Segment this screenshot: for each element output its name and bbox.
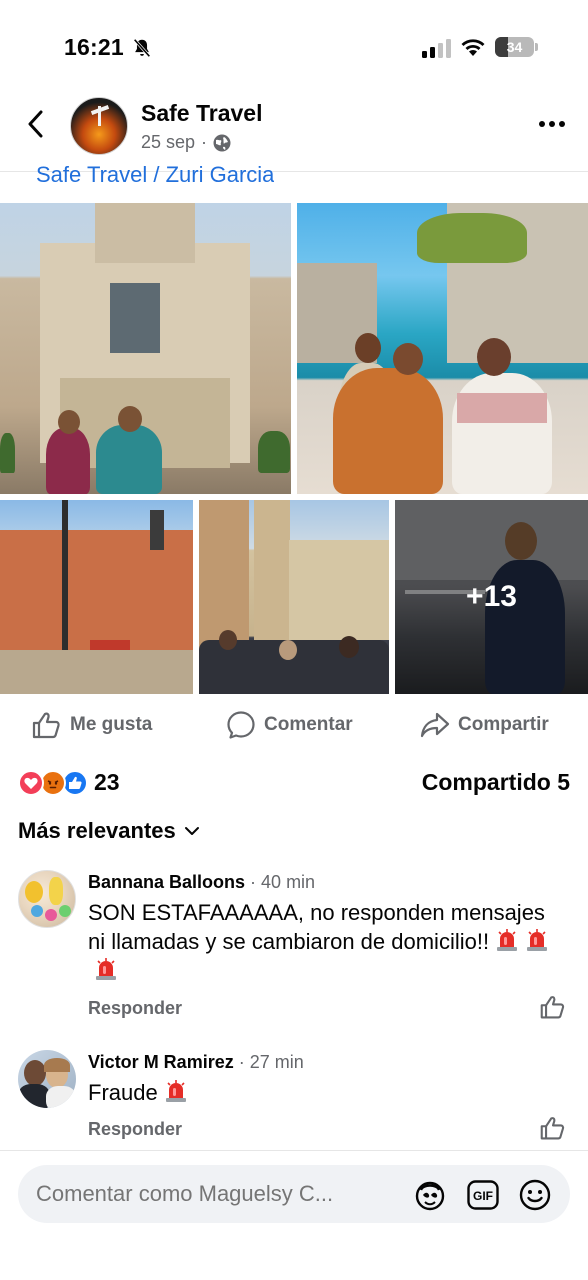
like-label: Me gusta	[70, 714, 153, 735]
share-count[interactable]: Compartido 5	[422, 769, 570, 796]
comment-text: SON ESTAFAAAAAA, no responden mensajes n…	[88, 898, 558, 985]
share-button[interactable]: Compartir	[420, 708, 549, 742]
siren-emoji-icon	[94, 957, 118, 981]
siren-emoji-icon	[495, 928, 519, 952]
comment-text: Fraude	[88, 1078, 558, 1107]
love-reaction-icon	[18, 770, 44, 796]
comment-sort-dropdown[interactable]: Más relevantes	[18, 818, 200, 844]
comment-label: Comentar	[264, 714, 353, 735]
back-button[interactable]	[20, 106, 50, 142]
post-header: Safe Travel 25 sep ·	[0, 80, 588, 172]
more-options-button[interactable]	[536, 112, 568, 136]
comment-input[interactable]	[36, 1165, 396, 1223]
post-actions: Me gusta Comentar Compartir	[0, 700, 588, 750]
battery-icon: 34	[495, 37, 539, 57]
comment-like-icon[interactable]	[540, 994, 566, 1020]
comment-item: Victor M Ramirez · 27 min Fraude Respond…	[18, 1050, 570, 1150]
comment-author[interactable]: Victor M Ramirez	[88, 1052, 234, 1072]
more-photos-count[interactable]: +13	[395, 500, 588, 694]
photo-plaza[interactable]	[0, 500, 193, 694]
svg-text:GIF: GIF	[473, 1189, 493, 1203]
reply-button[interactable]: Responder	[88, 1119, 182, 1140]
comment-like-icon[interactable]	[540, 1115, 566, 1141]
photo-church[interactable]	[0, 203, 291, 494]
comment-input-container[interactable]: GIF	[18, 1165, 570, 1223]
reaction-count: 23	[94, 769, 120, 795]
comment-icon	[227, 711, 255, 739]
comment-author[interactable]: Bannana Balloons	[88, 872, 245, 892]
meta-separator: ·	[201, 132, 208, 152]
commenter-avatar[interactable]	[18, 870, 76, 928]
comment-time: · 40 min	[250, 872, 316, 892]
reply-button[interactable]: Responder	[88, 998, 182, 1019]
thumbs-up-icon	[32, 712, 60, 739]
wifi-icon	[461, 39, 485, 56]
like-button[interactable]: Me gusta	[32, 708, 152, 742]
comment-body: Victor M Ramirez · 27 min Fraude	[88, 1050, 558, 1107]
page-avatar[interactable]	[70, 97, 128, 155]
siren-emoji-icon	[164, 1079, 188, 1103]
comment-time: · 27 min	[238, 1052, 304, 1072]
bell-off-icon	[133, 38, 151, 58]
gif-icon[interactable]: GIF	[466, 1178, 500, 1212]
post-caption[interactable]: Safe Travel / Zuri Garcia	[36, 160, 274, 186]
emoji-icon[interactable]	[518, 1178, 552, 1212]
siren-emoji-icon	[525, 928, 549, 952]
photo-boat[interactable]	[297, 203, 588, 494]
commenter-avatar[interactable]	[18, 1050, 76, 1108]
avatar-sticker-icon[interactable]	[413, 1178, 447, 1212]
status-bar: 16:21 34	[0, 0, 588, 80]
comment-composer: GIF	[0, 1150, 588, 1280]
post-date: 25 sep	[141, 132, 196, 152]
chevron-left-icon	[28, 110, 43, 138]
comment-body: Bannana Balloons · 40 min SON ESTAFAAAAA…	[88, 870, 558, 985]
photo-more[interactable]: +13	[395, 500, 588, 694]
signal-icon	[422, 39, 451, 58]
reactions-summary[interactable]: 23 Compartido 5	[18, 768, 570, 798]
share-label: Compartir	[458, 714, 549, 735]
post-meta: 25 sep ·	[141, 132, 231, 153]
comment-button[interactable]: Comentar	[226, 708, 353, 742]
globe-icon	[213, 134, 231, 151]
share-icon	[420, 712, 450, 738]
page-name[interactable]: Safe Travel	[141, 100, 262, 127]
chevron-down-icon	[184, 827, 199, 835]
status-time: 16:21	[64, 34, 124, 60]
sort-label: Más relevantes	[18, 818, 176, 843]
battery-level: 34	[506, 39, 523, 55]
comment-item: Bannana Balloons · 40 min SON ESTAFAAAAA…	[18, 870, 570, 1030]
photo-cathedral[interactable]	[199, 500, 389, 694]
reaction-icons	[18, 770, 90, 796]
